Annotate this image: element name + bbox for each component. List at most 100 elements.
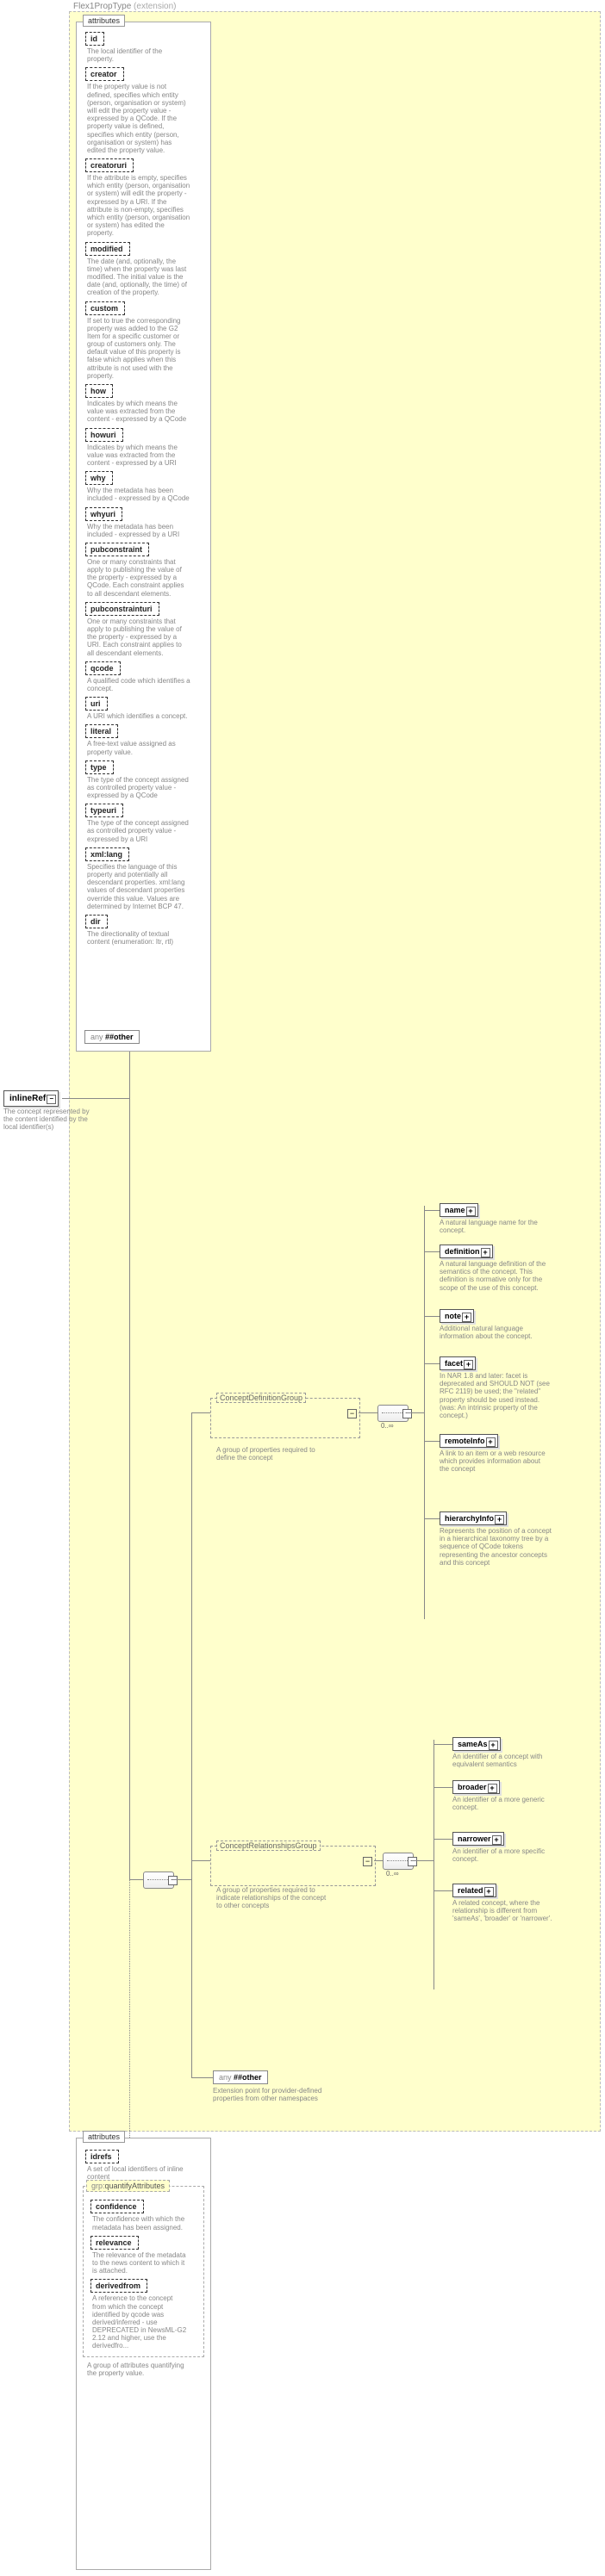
- element-note[interactable]: note+: [440, 1309, 474, 1323]
- attr-row: idThe local identifier of the property.: [85, 32, 210, 63]
- attr-name: custom: [85, 301, 125, 315]
- attr-name: qcode: [85, 661, 121, 675]
- expand-icon[interactable]: +: [492, 1835, 502, 1845]
- attr-desc: Why the metadata has been included - exp…: [85, 523, 190, 538]
- group-title: ConceptRelationshipsGroup: [216, 1840, 321, 1851]
- attr-desc: Indicates by which means the value was e…: [85, 444, 190, 468]
- attr-row: howuri Indicates by which means the value…: [85, 428, 210, 468]
- attr-name: pubconstraint: [85, 543, 149, 556]
- attr-name: relevance: [90, 2236, 139, 2250]
- attr-desc: A set of local identifiers of inline con…: [85, 2165, 190, 2181]
- attr-name: typeuri: [85, 804, 123, 817]
- collapse-icon[interactable]: −: [402, 1409, 412, 1418]
- group-concept-definition[interactable]: ConceptDefinitionGroup A group of proper…: [210, 1398, 360, 1438]
- root-element[interactable]: inlineRef−: [3, 1090, 59, 1107]
- element-remoteinfo[interactable]: remoteInfo+: [440, 1434, 498, 1448]
- attr-desc: The type of the concept assigned as cont…: [85, 776, 190, 800]
- expand-icon[interactable]: +: [484, 1887, 494, 1896]
- attr-row: creator If the property value is not defi…: [85, 67, 210, 154]
- attr-name: creatoruri: [85, 158, 134, 172]
- any-element: any ##other: [213, 2070, 268, 2084]
- group-concept-relationships[interactable]: ConceptRelationshipsGroup A group of pro…: [210, 1846, 376, 1886]
- element-sameas[interactable]: sameAs+: [452, 1737, 501, 1751]
- element-definition[interactable]: definition+: [440, 1245, 493, 1258]
- attr-row: creatoruriIf the attribute is empty, spe…: [85, 158, 210, 238]
- attr-name: type: [85, 760, 114, 774]
- expand-icon[interactable]: +: [489, 1741, 498, 1750]
- element-broader[interactable]: broader+: [452, 1780, 500, 1794]
- type-header: Flex1PropType (extension): [73, 2, 177, 11]
- attr-desc: Indicates by which means the value was e…: [85, 400, 190, 424]
- root-desc: The concept represented by the content i…: [3, 1108, 94, 1132]
- element-desc: A natural language definition of the sem…: [440, 1260, 552, 1292]
- attr-name: pubconstrainturi: [85, 602, 159, 616]
- attr-desc: The relevance of the metadata to the new…: [90, 2251, 187, 2275]
- collapse-icon[interactable]: −: [408, 1857, 417, 1866]
- attr-row: how Indicates by which means the value wa…: [85, 384, 210, 424]
- attr-desc: The directionality of textual content (e…: [85, 930, 190, 946]
- sequence-icon[interactable]: −: [143, 1871, 174, 1889]
- attr-group-desc: A group of attributes quantifying the pr…: [85, 2362, 190, 2377]
- expand-icon[interactable]: +: [481, 1248, 490, 1257]
- element-narrower[interactable]: narrower+: [452, 1832, 504, 1846]
- connector: [62, 1098, 129, 1099]
- attr-row: pubconstrainturiOne or many constraints …: [85, 602, 210, 657]
- attr-row: why Why the metadata has been included - …: [85, 471, 210, 502]
- attr-row: relevanceThe relevance of the metadata t…: [90, 2236, 200, 2275]
- attr-desc: A reference to the concept from which th…: [90, 2294, 187, 2349]
- collapse-icon[interactable]: −: [363, 1857, 372, 1866]
- attr-row: type The type of the concept assigned as …: [85, 760, 210, 800]
- attr-desc: The type of the concept assigned as cont…: [85, 819, 190, 843]
- attr-row: xml:langSpecifies the language of this p…: [85, 847, 210, 910]
- attr-row: confidence The confidence with which the …: [90, 2200, 200, 2231]
- attr-row: qcode A qualified code which identifies a…: [85, 661, 210, 692]
- attr-desc: If set to true the corresponding propert…: [85, 317, 190, 381]
- collapse-icon[interactable]: −: [47, 1095, 56, 1104]
- attr-desc: The date (and, optionally, the time) whe…: [85, 258, 190, 297]
- expand-icon[interactable]: +: [488, 1784, 497, 1793]
- attr-row: pubconstraintOne or many constraints tha…: [85, 543, 210, 598]
- attr-name: modified: [85, 242, 130, 256]
- cardinality: 0..∞: [386, 1870, 399, 1878]
- collapse-icon[interactable]: −: [168, 1876, 178, 1885]
- any-desc: Extension point for provider-defined pro…: [213, 2087, 329, 2102]
- element-hierarchyinfo[interactable]: hierarchyInfo+: [440, 1511, 507, 1525]
- element-desc: Represents the position of a concept in …: [440, 1527, 552, 1567]
- group-desc: A group of properties required to define…: [216, 1446, 333, 1462]
- element-desc: An identifier of a concept with equivale…: [452, 1753, 564, 1768]
- attr-desc: If the property value is not defined, sp…: [85, 83, 190, 154]
- group-title: ConceptDefinitionGroup: [216, 1393, 306, 1403]
- element-desc: A link to an item or a web resource whic…: [440, 1449, 552, 1474]
- element-name[interactable]: name+: [440, 1203, 478, 1217]
- collapse-icon[interactable]: −: [347, 1409, 357, 1418]
- attr-row: literal A free-text value assigned as pro…: [85, 724, 210, 755]
- attr-row: derivedfromA reference to the concept fr…: [90, 2279, 200, 2349]
- attr-row: dirThe directionality of textual content…: [85, 915, 210, 946]
- sequence-icon[interactable]: −: [377, 1405, 409, 1422]
- attr-name: uri: [85, 697, 108, 711]
- attr-name: literal: [85, 724, 118, 738]
- attr-desc: The confidence with which the metadata h…: [90, 2215, 187, 2231]
- attr-desc: A qualified code which identifies a conc…: [85, 677, 190, 692]
- attr-group-label: grp:quantifyAttributes: [86, 2180, 170, 2192]
- expand-icon[interactable]: +: [464, 1360, 473, 1369]
- diagram-canvas: Flex1PropType (extension) inlineRef− The…: [0, 0, 605, 2576]
- attr-name: howuri: [85, 428, 123, 442]
- element-desc: Additional natural language information …: [440, 1325, 552, 1340]
- attr-name: creator: [85, 67, 124, 81]
- attributes-section-2: attributes idrefs A set of local identif…: [76, 2138, 211, 2570]
- element-desc: A natural language name for the concept.: [440, 1219, 552, 1234]
- expand-icon[interactable]: +: [466, 1207, 476, 1216]
- attr-name: why: [85, 471, 113, 485]
- sequence-icon[interactable]: −: [383, 1853, 414, 1870]
- attr-desc: A free-text value assigned as property v…: [85, 740, 190, 755]
- expand-icon[interactable]: +: [486, 1437, 496, 1447]
- element-related[interactable]: related+: [452, 1884, 496, 1897]
- attr-name: how: [85, 384, 113, 398]
- element-facet[interactable]: facet+: [440, 1356, 476, 1370]
- expand-icon[interactable]: +: [462, 1313, 471, 1322]
- attr-name: confidence: [90, 2200, 144, 2213]
- expand-icon[interactable]: +: [495, 1515, 504, 1524]
- attr-row: whyuriWhy the metadata has been included…: [85, 507, 210, 538]
- attr-desc: Why the metadata has been included - exp…: [85, 487, 190, 502]
